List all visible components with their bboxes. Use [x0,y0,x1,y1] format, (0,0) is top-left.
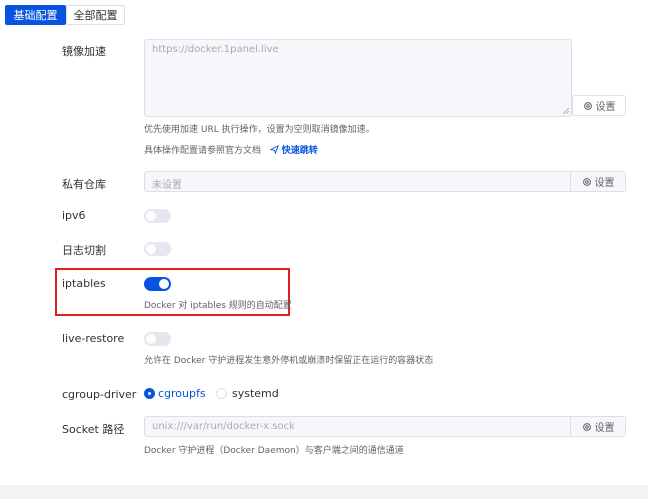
mirror-doc-link[interactable]: 快速跳转 [282,146,318,156]
mirror-doc-text: 具体操作配置请参照官方文档 [144,146,262,156]
gear-icon [583,101,592,110]
cgroup-label: cgroup-driver [62,388,137,401]
socket-set-button[interactable]: 设置 [570,417,625,436]
ipv6-switch[interactable] [144,209,171,223]
ipv6-label: ipv6 [62,209,86,222]
mirror-doc-row: 具体操作配置请参照官方文档 快速跳转 [144,143,318,156]
footer-bar [0,485,648,499]
gear-icon [582,422,591,431]
switch-knob [159,279,169,289]
iptables-label: iptables [62,277,106,290]
socket-label: Socket 路径 [62,423,125,436]
registry-label: 私有仓库 [62,178,106,191]
tab-all-config[interactable]: 全部配置 [66,5,125,25]
mirror-help: 优先使用加速 URL 执行操作，设置为空则取消镜像加速。 [144,125,375,135]
switch-knob [146,244,156,254]
send-icon [269,144,279,155]
socket-help: Docker 守护进程（Docker Daemon）与客户端之间的通信通道 [144,446,404,456]
registry-set-button[interactable]: 设置 [570,172,625,191]
tab-basic-config[interactable]: 基础配置 [5,5,66,25]
live-restore-help: 允许在 Docker 守护进程发生意外停机或崩溃时保留正在运行的容器状态 [144,356,434,366]
log-rotate-label: 日志切割 [62,244,106,257]
registry-set-label: 设置 [594,178,615,189]
socket-set-label: 设置 [594,423,615,434]
mirror-textarea[interactable]: https://docker.1panel.live [144,39,572,117]
mirror-set-button[interactable]: 设置 [572,95,626,116]
registry-value: 未设置 [152,180,182,191]
registry-input[interactable]: 未设置 设置 [144,171,626,192]
mirror-set-label: 设置 [595,102,616,113]
socket-value: unix:///var/run/docker-x.sock [152,421,295,432]
gear-icon [582,177,591,186]
mirror-placeholder: https://docker.1panel.live [152,44,279,55]
live-restore-label: live-restore [62,332,125,345]
resize-handle-icon[interactable] [563,108,569,114]
radio-cgroupfs[interactable] [144,388,155,399]
log-rotate-switch[interactable] [144,242,171,256]
switch-knob [146,334,156,344]
switch-knob [146,211,156,221]
radio-systemd[interactable] [216,388,227,399]
mirror-label: 镜像加速 [62,45,106,58]
iptables-switch[interactable] [144,277,171,291]
socket-input[interactable]: unix:///var/run/docker-x.sock 设置 [144,416,626,437]
live-restore-switch[interactable] [144,332,171,346]
iptables-help: Docker 对 iptables 规则的自动配置 [144,301,292,311]
radio-systemd-label[interactable]: systemd [232,387,279,400]
radio-cgroupfs-label[interactable]: cgroupfs [158,387,206,400]
